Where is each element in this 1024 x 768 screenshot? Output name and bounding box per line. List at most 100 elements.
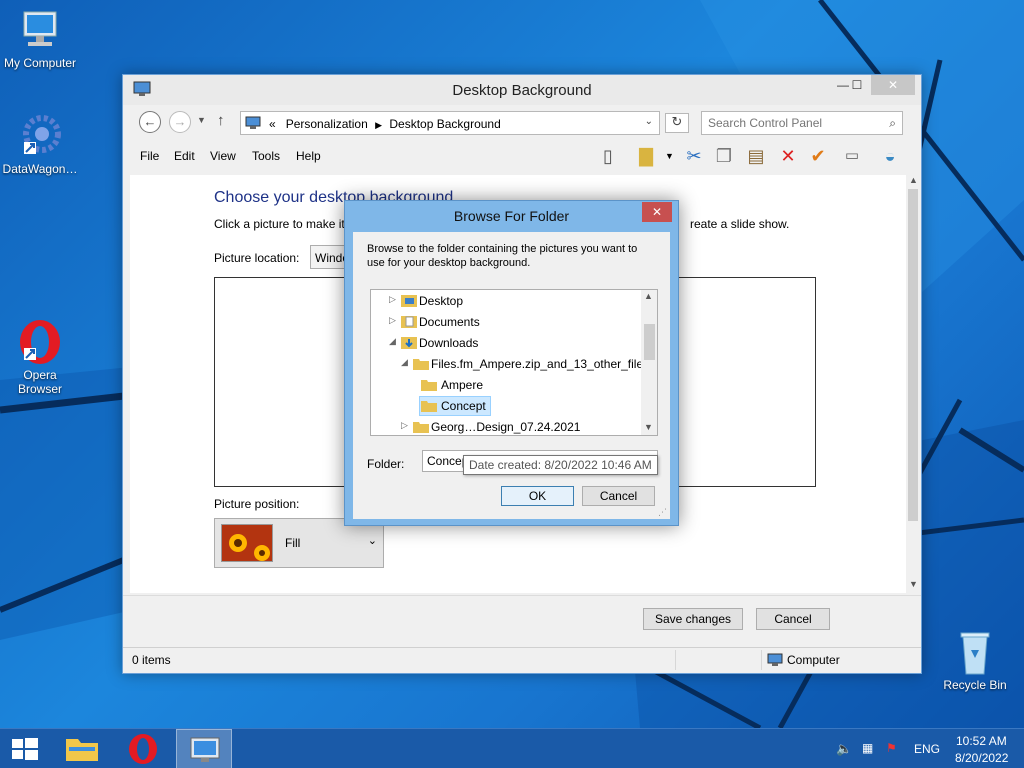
language-indicator[interactable]: ENG (914, 742, 940, 768)
collapse-icon[interactable]: ◢ (389, 336, 396, 347)
tree-item-files-fm[interactable]: ◢ Files.fm_Ampere.zip_and_13_other_files (401, 354, 649, 374)
scroll-up-icon[interactable]: ▲ (909, 175, 918, 185)
downloads-folder-icon (401, 335, 417, 349)
search-icon[interactable]: ⌕ (889, 116, 896, 131)
search-input[interactable] (708, 116, 878, 130)
menu-edit[interactable]: Edit (174, 149, 195, 163)
recycle-bin-icon (951, 628, 999, 676)
menu-view[interactable]: View (210, 149, 236, 163)
start-button[interactable] (0, 729, 50, 768)
vertical-scrollbar[interactable]: ▲ ▼ (906, 175, 920, 593)
recent-pages-dropdown[interactable]: ▼ (197, 115, 206, 125)
windows-logo-icon (12, 738, 38, 760)
breadcrumb-overflow[interactable]: « (269, 117, 276, 131)
save-changes-button[interactable]: Save changes (643, 608, 743, 630)
tree-item-ampere[interactable]: Ampere (409, 375, 609, 395)
picture-location-label: Picture location: (214, 251, 300, 265)
expand-icon[interactable]: ▷ (389, 315, 396, 326)
tree-item-label: Downloads (419, 336, 479, 350)
folder-icon (421, 398, 437, 412)
maximize-button[interactable]: ☐ (843, 75, 871, 95)
tree-item-label: Concept (441, 399, 486, 413)
cut-icon[interactable]: ✂ (681, 143, 707, 169)
button-row: Save changes Cancel (123, 595, 921, 649)
forward-button[interactable]: → (169, 111, 191, 133)
address-bar[interactable]: « Personalization ▶ Desktop Background ⌄ (240, 111, 660, 135)
tree-item-documents[interactable]: ▷ Documents (389, 312, 639, 332)
desktop-icon-recycle-bin[interactable]: Recycle Bin (935, 628, 1015, 692)
computer-icon (767, 653, 783, 670)
desktop-icon-datawagon[interactable]: DataWagon… (0, 112, 80, 176)
instruction-text: Click a picture to make it (214, 217, 345, 231)
browse-for-folder-dialog: Browse For Folder ✕ Browse to the folder… (344, 200, 679, 526)
paste-icon[interactable]: ▤ (743, 143, 769, 169)
scrollbar-thumb[interactable] (908, 189, 918, 521)
copy-icon[interactable]: ❐ (711, 143, 737, 169)
file-explorer-icon (66, 739, 98, 761)
dialog-title: Browse For Folder (453, 208, 570, 224)
taskbar-file-explorer[interactable] (54, 729, 110, 768)
desktop-icon-my-computer[interactable]: My Computer (0, 6, 80, 70)
action-center-icon[interactable]: ⚑ (886, 741, 897, 768)
properties-dropdown-icon[interactable]: ▼ (665, 151, 674, 161)
menu-help[interactable]: Help (296, 149, 321, 163)
tree-item-concept[interactable]: Concept (409, 396, 609, 416)
tree-item-downloads[interactable]: ◢ Downloads (389, 333, 639, 353)
clock-date[interactable]: 8/20/2022 (955, 751, 1008, 768)
delete-icon[interactable]: ✕ (775, 143, 801, 169)
cancel-button[interactable]: Cancel (756, 608, 830, 630)
dialog-description: Browse to the folder containing the pict… (367, 243, 638, 269)
taskbar-opera[interactable] (115, 729, 171, 768)
close-button[interactable]: ✕ (871, 75, 915, 95)
folder-icon (421, 377, 437, 391)
up-button[interactable]: ↑ (217, 112, 225, 129)
fill-preview-image (221, 524, 273, 562)
rename-icon[interactable]: ▭ (839, 143, 865, 169)
volume-muted-icon[interactable]: 🔈 (836, 741, 852, 768)
expand-icon[interactable]: ▷ (401, 420, 408, 431)
desktop-icon-label: DataWagon… (2, 162, 78, 176)
back-button[interactable]: ← (139, 111, 161, 133)
layout-icon[interactable]: ▯ (595, 143, 621, 169)
status-item-count: 0 items (132, 653, 171, 667)
taskbar-control-panel[interactable] (176, 729, 232, 768)
documents-folder-icon (401, 314, 417, 328)
refresh-button[interactable]: ↻ (665, 113, 689, 133)
folder-icon (413, 419, 429, 433)
desktop-icon-label: Recycle Bin (943, 678, 1007, 692)
tree-item-desktop[interactable]: ▷ Desktop (389, 291, 639, 311)
shell-icon[interactable]: ◒ (877, 143, 903, 169)
properties-folder-icon[interactable]: ▇ (633, 143, 659, 169)
breadcrumb-desktop-background[interactable]: Desktop Background (389, 117, 500, 131)
check-icon[interactable]: ✔ (805, 143, 831, 169)
resize-grip-icon[interactable]: ⋰ (658, 507, 667, 518)
control-panel-icon (190, 737, 220, 762)
scrollbar-thumb[interactable] (644, 324, 655, 360)
search-box[interactable]: ⌕ (701, 111, 903, 135)
collapse-icon[interactable]: ◢ (401, 357, 408, 368)
dialog-cancel-button[interactable]: Cancel (582, 486, 655, 506)
status-bar: 0 items Computer (123, 647, 921, 673)
status-divider (675, 650, 676, 670)
picture-position-label: Picture position: (214, 497, 300, 511)
scroll-down-icon[interactable]: ▼ (644, 422, 653, 432)
dialog-close-button[interactable]: ✕ (642, 202, 672, 222)
scroll-down-icon[interactable]: ▼ (909, 579, 918, 589)
address-dropdown-icon[interactable]: ⌄ (645, 116, 653, 127)
folder-label: Folder: (367, 457, 405, 471)
ok-button[interactable]: OK (501, 486, 574, 506)
chevron-down-icon: ⌄ (367, 535, 377, 547)
scroll-up-icon[interactable]: ▲ (644, 291, 653, 301)
expand-icon[interactable]: ▷ (389, 294, 396, 305)
breadcrumb-personalization[interactable]: Personalization (286, 117, 368, 131)
folder-icon (413, 356, 429, 370)
menu-file[interactable]: File (140, 149, 159, 163)
desktop-icon-opera[interactable]: Opera Browser (0, 318, 80, 396)
network-icon[interactable]: ▦ (862, 741, 873, 768)
menu-tools[interactable]: Tools (252, 149, 280, 163)
folder-tree[interactable]: ▷ Desktop ▷ Documents ◢ Downloads ◢ File… (370, 289, 658, 436)
window-titlebar[interactable]: Desktop Background — ☐ ✕ (123, 75, 921, 105)
tree-item-georg[interactable]: ▷ Georg…Design_07.24.2021 (401, 417, 641, 435)
tree-item-label: Georg…Design_07.24.2021 (431, 420, 581, 434)
tree-scrollbar[interactable]: ▲ ▼ (641, 290, 657, 435)
